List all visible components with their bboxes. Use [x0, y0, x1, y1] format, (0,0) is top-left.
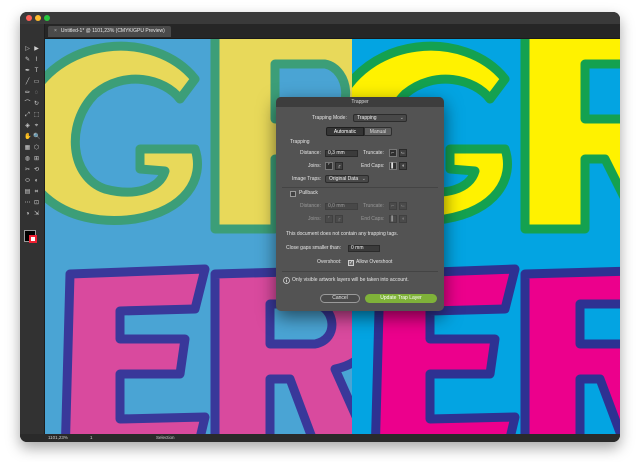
- pullback-end-caps-label: End Caps:: [361, 216, 385, 222]
- stroke-swatch[interactable]: [29, 235, 37, 243]
- truncate-option-1[interactable]: ⌐: [389, 149, 397, 157]
- pullback-truncate-option-1[interactable]: ⌐: [389, 202, 397, 210]
- trapping-mode-label: Trapping Mode:: [312, 115, 347, 121]
- line-tool-icon[interactable]: ╱: [24, 79, 31, 86]
- overshoot-label: Overshoot:: [317, 259, 342, 265]
- pullback-joins-label: Joins:: [308, 216, 322, 222]
- pullback-label: Pullback: [299, 190, 318, 196]
- arc-tool-icon[interactable]: ⌒: [24, 101, 31, 108]
- round-join-icon[interactable]: ╭: [335, 162, 343, 170]
- pullback-round-cap-icon[interactable]: ◖: [399, 215, 407, 223]
- close-gaps-field[interactable]: 0 mm: [348, 245, 380, 252]
- truncate-label: Truncate:: [363, 150, 384, 156]
- perspective-tool-icon[interactable]: ⌖: [33, 123, 40, 130]
- artboard-number[interactable]: 1: [90, 434, 93, 442]
- current-tool-readout: Selection: [156, 435, 175, 440]
- no-trapping-tags-message: This document does not contain any trapp…: [286, 231, 399, 237]
- close-window-button[interactable]: [26, 15, 32, 21]
- chevron-down-icon: ⌄: [361, 176, 366, 182]
- zoom-window-button[interactable]: [44, 15, 50, 21]
- gradient-tool-icon[interactable]: ◐: [33, 178, 40, 185]
- graph-tool-icon[interactable]: ▦: [24, 145, 31, 152]
- grid-tool-icon[interactable]: ⌗: [33, 189, 40, 196]
- distance-field[interactable]: 0,3 mm: [325, 150, 358, 157]
- round-cap-icon[interactable]: ◖: [399, 162, 407, 170]
- pullback-distance-field[interactable]: 0,0 mm: [325, 203, 358, 210]
- slice-tool-icon[interactable]: ⊡: [33, 200, 40, 207]
- pullback-checkbox[interactable]: [290, 191, 296, 197]
- trapper-dialog: Trapper Trapping Mode: Trapping ⌄ Automat…: [276, 97, 444, 311]
- type-tool-icon[interactable]: T: [33, 68, 40, 75]
- blend-tool-icon[interactable]: ◑: [24, 211, 31, 218]
- miter-join-icon[interactable]: ⌜: [325, 162, 333, 170]
- shape-builder-tool-icon[interactable]: ◈: [24, 123, 31, 130]
- chevron-down-icon: ⌄: [399, 115, 404, 121]
- trapping-section-title: Trapping: [290, 139, 310, 145]
- update-trap-layer-button[interactable]: Update Trap Layer: [365, 294, 437, 303]
- hand-tool-icon[interactable]: ✋: [24, 134, 31, 141]
- title-bar: [20, 12, 620, 24]
- pullback-miter-join-icon[interactable]: ⌜: [325, 215, 333, 223]
- pullback-truncate-label: Truncate:: [363, 203, 384, 209]
- reflect-tool-icon[interactable]: ⟲: [33, 167, 40, 174]
- tab-automatic[interactable]: Automatic: [326, 127, 364, 136]
- allow-overshoot-checkbox[interactable]: ✓: [348, 260, 354, 266]
- brush-tool-icon[interactable]: ✒: [24, 68, 31, 75]
- tab-manual[interactable]: Manual: [364, 127, 392, 136]
- zoom-readout[interactable]: 1101,23%: [48, 434, 68, 442]
- pullback-truncate-option-2[interactable]: ⌙: [399, 202, 407, 210]
- document-tab[interactable]: × Untitled-1* @ 1101,23% (CMYK/GPU Previe…: [48, 26, 171, 37]
- scale-tool-icon[interactable]: ⤢: [24, 112, 31, 119]
- divider: [282, 187, 438, 188]
- status-bar: 1101,23% 1 Selection: [20, 434, 620, 442]
- minimize-window-button[interactable]: [35, 15, 41, 21]
- image-traps-select[interactable]: Original Data ⌄: [325, 175, 369, 183]
- divider: [282, 271, 438, 272]
- close-gaps-label: Close gaps smaller than:: [286, 245, 342, 251]
- more-tools-icon[interactable]: ⋯: [24, 200, 31, 207]
- artboard-tool-icon[interactable]: ⊞: [33, 156, 40, 163]
- joins-label: Joins:: [308, 163, 322, 169]
- rectangle-tool-icon[interactable]: ▭: [33, 79, 40, 86]
- direct-selection-tool-icon[interactable]: ▶: [33, 46, 40, 53]
- dialog-title: Trapper: [276, 97, 444, 107]
- end-caps-label: End Caps:: [361, 163, 385, 169]
- symbol-tool-icon[interactable]: ⬡: [33, 145, 40, 152]
- pullback-butt-cap-icon[interactable]: ▌: [389, 215, 397, 223]
- pencil-tool-icon[interactable]: ✏: [24, 90, 31, 97]
- cancel-button[interactable]: Cancel: [320, 294, 360, 303]
- info-icon: [283, 277, 290, 284]
- pullback-round-join-icon[interactable]: ╭: [335, 215, 343, 223]
- distance-label: Distance:: [300, 150, 321, 156]
- tools-panel: ▷ ▶ ✎ ⌇ ✒ T ╱ ▭ ✏ ◌ ⌒ ↻ ⤢ ⬚ ◈ ⌖ ✋ 🔍 ▦ ⬡ ◍ ⊞ ✂ ⟲ ⬭ ◐ ▤ ⌗ ⋯ ⊡ ◑ ⇲: [20, 24, 45, 434]
- pen-tool-icon[interactable]: ✎: [24, 57, 31, 64]
- blob-tool-icon[interactable]: ◌: [33, 90, 40, 97]
- free-transform-tool-icon[interactable]: ⬚: [33, 112, 40, 119]
- eraser-tool-icon[interactable]: ⬭: [24, 178, 31, 185]
- image-traps-value: Original Data: [329, 176, 359, 182]
- eyedropper-tool-icon[interactable]: ◍: [24, 156, 31, 163]
- mesh-tool-icon[interactable]: ▤: [24, 189, 31, 196]
- zoom-tool-icon[interactable]: 🔍: [33, 134, 40, 141]
- puppet-warp-tool-icon[interactable]: ⇲: [33, 211, 40, 218]
- tab-close-icon[interactable]: ×: [54, 28, 57, 34]
- checkmark-icon: ✓: [349, 260, 354, 266]
- curvature-tool-icon[interactable]: ⌇: [33, 57, 40, 64]
- image-traps-label: Image Traps:: [292, 176, 322, 182]
- document-tab-title: Untitled-1* @ 1101,23% (CMYK/GPU Preview…: [60, 28, 165, 34]
- truncate-option-2[interactable]: ⌙: [399, 149, 407, 157]
- butt-cap-icon[interactable]: ▌: [389, 162, 397, 170]
- document-tab-bar: × Untitled-1* @ 1101,23% (CMYK/GPU Previe…: [44, 24, 620, 39]
- allow-overshoot-label: Allow Overshoot: [356, 259, 393, 265]
- pullback-distance-label: Distance:: [300, 203, 321, 209]
- rotate-tool-icon[interactable]: ↻: [33, 101, 40, 108]
- selection-tool-icon[interactable]: ▷: [24, 46, 31, 53]
- info-message: Only visible artwork layers will be take…: [292, 277, 409, 283]
- trapping-mode-select[interactable]: Trapping ⌄: [353, 114, 407, 122]
- trapping-mode-value: Trapping: [357, 115, 377, 121]
- scissors-tool-icon[interactable]: ✂: [24, 167, 31, 174]
